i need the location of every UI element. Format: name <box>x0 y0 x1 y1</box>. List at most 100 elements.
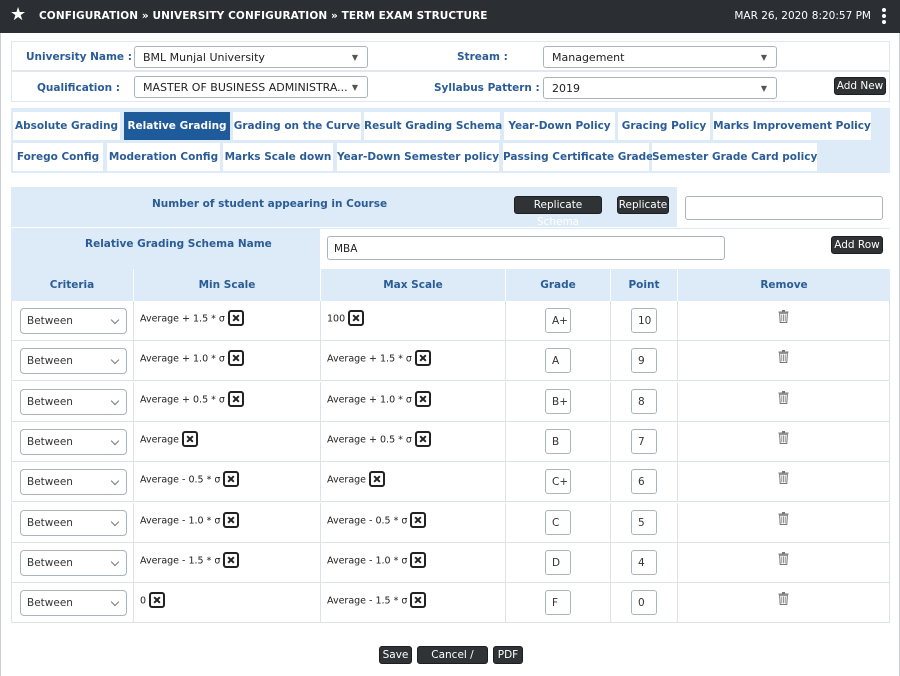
trash-icon[interactable] <box>778 310 789 323</box>
remove-max-scale-icon[interactable] <box>410 511 427 528</box>
grade-input[interactable]: A+ <box>545 308 571 333</box>
replicate-button[interactable]: Replicate <box>617 196 669 214</box>
criteria-value: Between <box>27 395 73 408</box>
remove-min-scale-icon[interactable] <box>223 551 240 568</box>
remove-min-scale-icon[interactable] <box>227 350 244 367</box>
chevron-down-icon <box>110 557 120 567</box>
tab-relative-grading[interactable]: Relative Grading <box>124 112 230 140</box>
remove-cell <box>678 502 890 543</box>
criteria-select[interactable]: Between <box>20 428 127 455</box>
criteria-select[interactable]: Between <box>20 308 127 334</box>
add-row-button[interactable]: Add Row <box>831 236 883 254</box>
tab-marks-scale-down[interactable]: Marks Scale down <box>223 143 333 171</box>
remove-max-scale-icon[interactable] <box>348 310 365 326</box>
remove-min-scale-icon[interactable] <box>149 592 166 609</box>
tab-grading-on-the-curve[interactable]: Grading on the Curve <box>233 112 361 140</box>
university-select[interactable]: BML Munjal University ▼ <box>134 46 368 68</box>
min-scale-value: Average - 0.5 * σ <box>140 474 221 486</box>
syllabus-value: 2019 <box>552 82 580 95</box>
grade-input[interactable]: D <box>545 549 571 575</box>
remove-max-scale-icon[interactable] <box>414 430 431 447</box>
point-input[interactable]: 6 <box>631 469 657 495</box>
grade-cell: C+ <box>506 462 611 503</box>
stream-select[interactable]: Management ▼ <box>543 46 777 68</box>
point-cell: 8 <box>611 381 678 422</box>
point-input[interactable]: 0 <box>631 590 657 616</box>
trash-icon[interactable] <box>778 350 789 364</box>
tab-moderation-config[interactable]: Moderation Config <box>107 143 220 171</box>
remove-max-scale-icon[interactable] <box>414 350 431 367</box>
grade-cell: A+ <box>506 301 611 341</box>
tab-semester-grade-card-policy[interactable]: Semester Grade Card policy <box>652 143 817 171</box>
add-new-button[interactable]: Add New <box>834 77 886 95</box>
remove-max-scale-icon[interactable] <box>414 390 431 407</box>
tab-year-down-semester-policy[interactable]: Year-Down Semester policy <box>337 143 499 171</box>
point-input[interactable]: 9 <box>631 348 657 374</box>
criteria-value: Between <box>27 315 73 327</box>
remove-max-scale-icon[interactable] <box>410 592 427 609</box>
max-scale-value: Average - 0.5 * σ <box>327 515 408 526</box>
schema-section: Number of student appearing in Course Re… <box>11 187 890 269</box>
tab-forego-config[interactable]: Forego Config <box>13 143 103 171</box>
qualification-select[interactable]: MASTER OF BUSINESS ADMINISTRA... ▼ <box>134 76 368 98</box>
remove-max-scale-icon[interactable] <box>410 551 427 568</box>
grade-input[interactable]: B+ <box>545 388 571 414</box>
table-row: Between 0 Average - 1.5 * σ F 0 <box>11 583 890 624</box>
trash-icon[interactable] <box>778 592 789 606</box>
criteria-value: Between <box>27 516 73 529</box>
trash-icon[interactable] <box>778 390 789 404</box>
save-button[interactable]: Save <box>379 646 412 664</box>
cancel-back-button[interactable]: Cancel / Back <box>417 646 488 676</box>
replicate-schema-button[interactable]: Replicate Schema <box>514 196 602 228</box>
grade-cell: C <box>506 502 611 543</box>
tab-result-grading-schema[interactable]: Result Grading Schema <box>364 112 502 140</box>
tab-absolute-grading[interactable]: Absolute Grading <box>13 112 120 140</box>
criteria-cell: Between <box>11 341 134 382</box>
tab-gracing-policy[interactable]: Gracing Policy <box>618 112 710 140</box>
criteria-select[interactable]: Between <box>20 509 127 536</box>
remove-min-scale-icon[interactable] <box>227 390 244 407</box>
remove-min-scale-icon[interactable] <box>223 511 240 528</box>
grade-cell: A <box>506 341 611 382</box>
remove-max-scale-icon[interactable] <box>369 471 386 488</box>
pdf-button[interactable]: PDF <box>493 646 523 664</box>
syllabus-select[interactable]: 2019 ▼ <box>543 77 777 99</box>
criteria-select[interactable]: Between <box>20 469 127 496</box>
min-scale-cell: Average - 1.0 * σ <box>134 502 321 543</box>
tab-year-down-policy[interactable]: Year-Down Policy <box>504 112 615 140</box>
min-scale-cell: Average + 1.5 * σ <box>134 301 321 341</box>
point-input[interactable]: 8 <box>631 388 657 414</box>
grade-input[interactable]: A <box>545 348 571 374</box>
criteria-cell: Between <box>11 462 134 503</box>
criteria-select[interactable]: Between <box>20 348 127 375</box>
criteria-cell: Between <box>11 542 134 583</box>
min-scale-value: Average + 0.5 * σ <box>140 394 225 406</box>
grade-input[interactable]: C+ <box>545 469 571 495</box>
remove-min-scale-icon[interactable] <box>182 430 199 447</box>
trash-icon[interactable] <box>778 551 789 565</box>
kebab-menu-icon[interactable] <box>881 8 887 25</box>
tab-passing-certificate-grade[interactable]: Passing Certificate Grade <box>503 143 653 171</box>
criteria-select[interactable]: Between <box>20 590 127 617</box>
point-input[interactable]: 5 <box>631 509 657 535</box>
criteria-cell: Between <box>11 583 134 624</box>
criteria-select[interactable]: Between <box>20 388 127 415</box>
schema-name-input[interactable]: MBA <box>327 236 725 260</box>
trash-icon[interactable] <box>778 511 789 525</box>
point-input[interactable]: 10 <box>631 308 657 333</box>
students-count-input[interactable] <box>685 196 883 220</box>
grade-input[interactable]: B <box>545 428 571 454</box>
remove-min-scale-icon[interactable] <box>227 310 244 326</box>
criteria-select[interactable]: Between <box>20 549 127 576</box>
point-input[interactable]: 7 <box>631 428 657 454</box>
point-input[interactable]: 4 <box>631 549 657 575</box>
syllabus-label: Syllabus Pattern : <box>434 82 540 94</box>
trash-icon[interactable] <box>778 430 789 444</box>
tab-marks-improvement-policy[interactable]: Marks Improvement Policy <box>713 112 871 140</box>
remove-min-scale-icon[interactable] <box>223 471 240 488</box>
star-icon[interactable]: ★ <box>10 5 26 25</box>
grade-input[interactable]: F <box>545 590 571 616</box>
trash-icon[interactable] <box>778 471 789 485</box>
table-row: Between Average - 1.5 * σ Average - 1.0 * … <box>11 542 890 583</box>
grade-input[interactable]: C <box>545 509 571 535</box>
